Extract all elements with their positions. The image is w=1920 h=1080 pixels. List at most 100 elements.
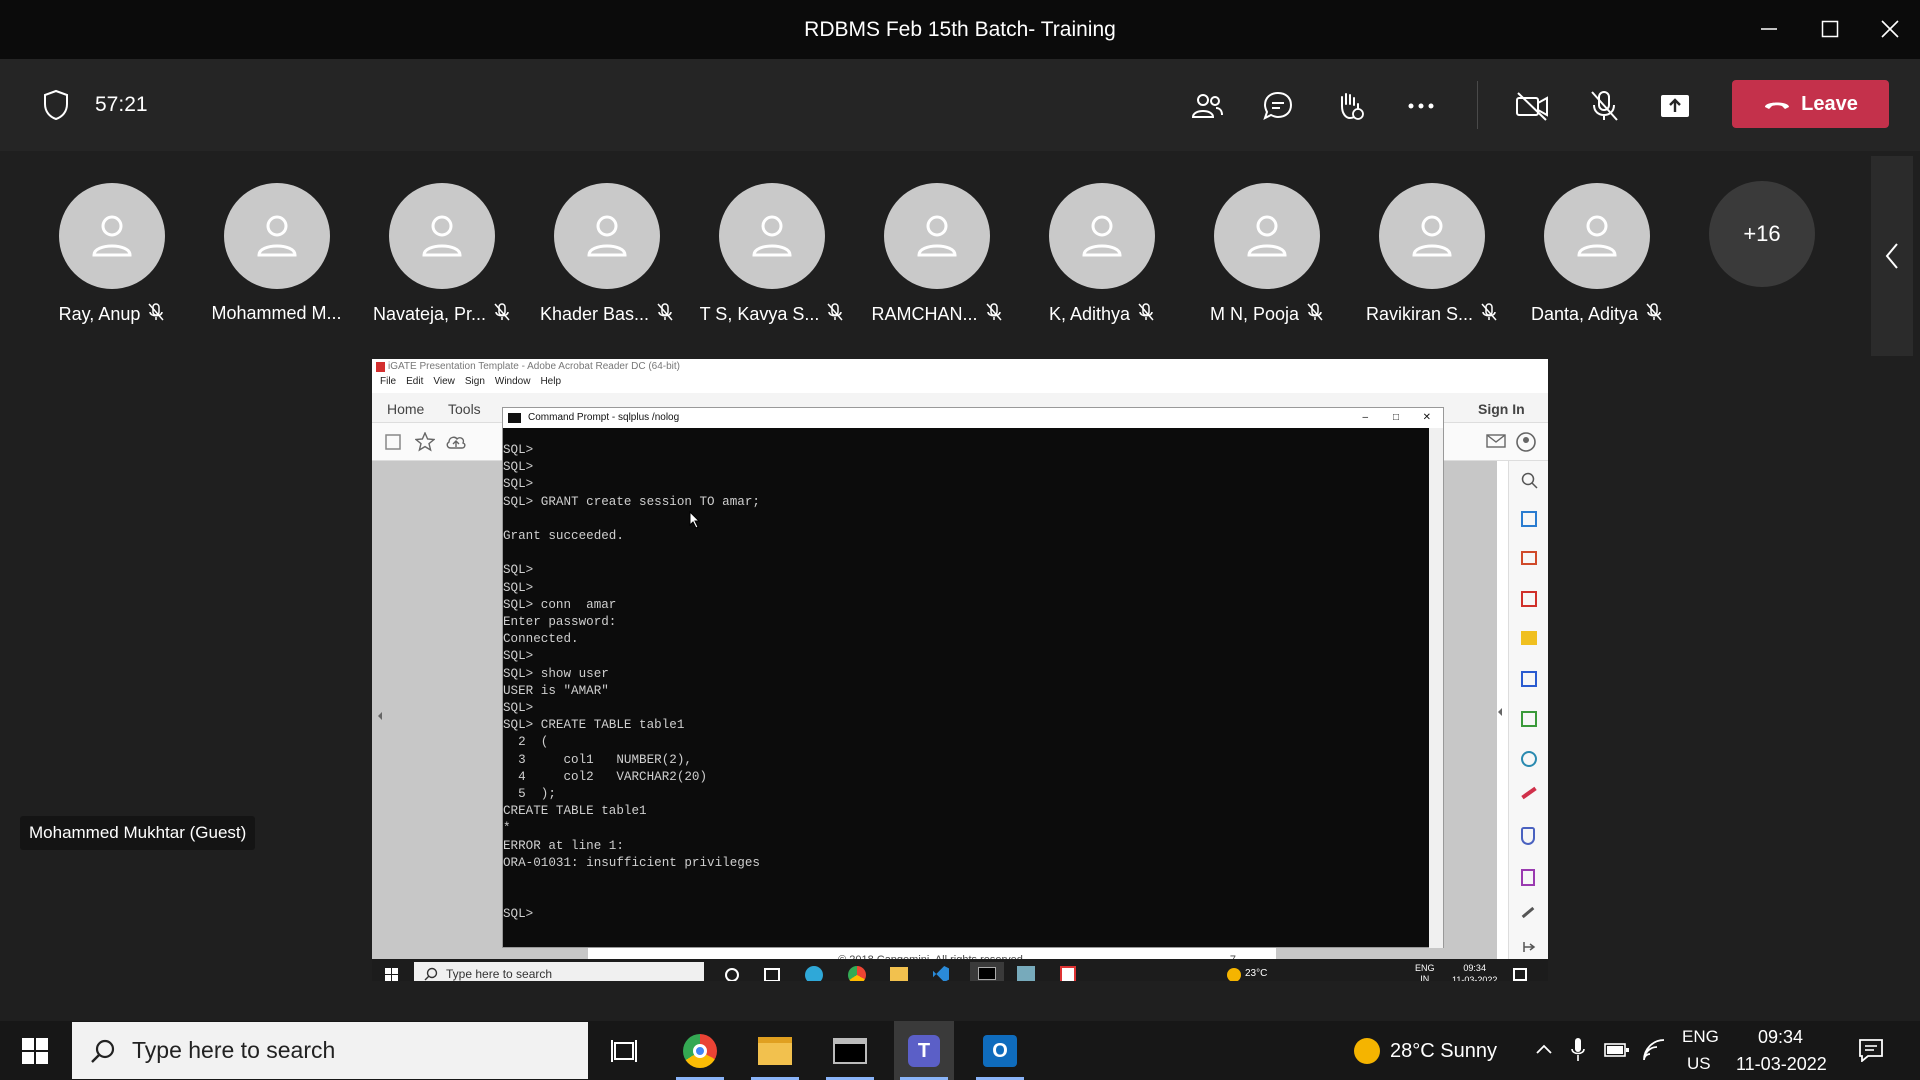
expand-panel-button[interactable] (1871, 156, 1913, 356)
fill-sign-icon[interactable] (1521, 786, 1537, 800)
inner-explorer-icon[interactable] (890, 967, 908, 981)
command-prompt-app[interactable] (820, 1021, 880, 1080)
menu-sign[interactable]: Sign (465, 376, 485, 387)
cmd-minimize-button[interactable]: – (1362, 408, 1368, 428)
teams-app[interactable]: T (894, 1021, 954, 1080)
inner-cmd-app[interactable] (970, 962, 1004, 981)
inner-cortana-icon[interactable] (725, 968, 739, 981)
participant-tile[interactable]: T S, Kavya S... (689, 183, 854, 326)
language-bottom[interactable]: US (1687, 1054, 1711, 1074)
raise-hand-button[interactable] (1326, 83, 1372, 129)
more-participants-button[interactable]: +16 (1709, 181, 1815, 287)
person-icon (256, 215, 297, 257)
menu-window[interactable]: Window (495, 376, 531, 387)
inner-notification-icon[interactable] (1513, 968, 1527, 981)
maximize-button[interactable] (1810, 14, 1850, 44)
weather-text[interactable]: 28°C Sunny (1390, 1040, 1497, 1063)
cmd-scrollbar[interactable] (1429, 428, 1443, 948)
chrome-icon (683, 1033, 717, 1068)
leave-button[interactable]: Leave (1732, 80, 1889, 128)
create-pdf-icon[interactable] (1521, 591, 1537, 607)
menu-edit[interactable]: Edit (406, 376, 423, 387)
inner-clock[interactable]: 09:34 11-03-2022 (1452, 962, 1497, 981)
combine-files-icon[interactable] (1521, 671, 1537, 687)
task-view-button[interactable] (594, 1021, 654, 1080)
avatar (553, 183, 660, 289)
cmd-maximize-button[interactable]: □ (1393, 408, 1399, 428)
muted-mic-icon (1481, 303, 1497, 326)
sign-in-link[interactable]: Sign In (1478, 401, 1525, 417)
share-button[interactable] (1652, 83, 1698, 129)
participant-tile[interactable]: Ravikiran S... (1349, 183, 1514, 326)
outlook-app[interactable]: O (970, 1021, 1030, 1080)
inner-edge-icon[interactable] (805, 966, 823, 981)
collapse-pane-icon (1523, 942, 1536, 952)
cmd-title-bar: Command Prompt - sqlplus /nolog – □ ✕ (503, 408, 1443, 428)
inner-app-icon[interactable] (1017, 966, 1035, 981)
scan-icon[interactable] (1521, 751, 1537, 767)
start-button[interactable] (5, 1021, 65, 1080)
participants-button[interactable] (1184, 83, 1230, 129)
muted-mic-icon (1138, 303, 1154, 326)
minimize-button[interactable] (1749, 14, 1789, 44)
microphone-button[interactable] (1581, 83, 1627, 129)
search-icon (91, 1039, 115, 1063)
clock-time[interactable]: 09:34 (1758, 1027, 1803, 1048)
inner-vscode-icon[interactable] (933, 966, 949, 981)
organize-pages-icon[interactable] (1521, 551, 1537, 565)
avatar (388, 183, 495, 289)
participant-tile[interactable]: Danta, Aditya (1514, 183, 1679, 326)
file-explorer-app[interactable] (745, 1021, 805, 1080)
comment-icon[interactable] (1521, 631, 1537, 645)
document-icon[interactable] (1521, 869, 1535, 886)
participant-tile[interactable]: K, Adithya (1019, 183, 1184, 326)
participant-name: Mohammed M... (211, 303, 342, 323)
shared-screen: iGATE Presentation Template - Adobe Acro… (372, 359, 1548, 981)
inner-search-icon (424, 967, 438, 981)
inner-weather-icon (1227, 968, 1241, 981)
title-bar: RDBMS Feb 15th Batch- Training (0, 0, 1920, 59)
inner-weather-text: 23°C (1245, 968, 1268, 979)
maximize-icon (1821, 20, 1839, 38)
person-icon (421, 215, 462, 257)
tab-tools[interactable]: Tools (448, 401, 481, 417)
participant-tile[interactable]: Ray, Anup (29, 183, 194, 326)
more-options-button[interactable] (1398, 83, 1444, 129)
inner-search-box[interactable]: Type here to search (414, 962, 704, 981)
close-button[interactable] (1870, 14, 1910, 44)
menu-help[interactable]: Help (540, 376, 561, 387)
chat-button[interactable] (1255, 83, 1301, 129)
mouse-cursor-icon (689, 511, 701, 529)
inner-chrome-icon[interactable] (848, 966, 866, 981)
cmd-output[interactable]: SQL> SQL> SQL> SQL> GRANT create session… (503, 428, 1443, 924)
inner-pdf-icon[interactable] (1060, 966, 1076, 981)
participant-tile[interactable]: Khader Bas... (524, 183, 689, 326)
participant-name: Danta, Aditya (1530, 304, 1639, 324)
participant-name: Khader Bas... (539, 304, 650, 324)
camera-button[interactable] (1509, 83, 1555, 129)
tab-home[interactable]: Home (387, 401, 424, 417)
spreadsheet-icon[interactable] (1521, 711, 1537, 727)
toolbar-divider (1477, 81, 1478, 129)
inner-language[interactable]: ENG IN (1415, 963, 1435, 981)
language-top[interactable]: ENG (1682, 1027, 1719, 1047)
edit-icon[interactable] (1521, 906, 1535, 919)
participant-name: K, Adithya (1048, 304, 1131, 324)
cmd-close-button[interactable]: ✕ (1423, 408, 1431, 428)
inner-task-view-icon[interactable] (764, 968, 780, 981)
protect-icon[interactable] (1521, 827, 1535, 845)
left-arrow-icon (378, 712, 382, 720)
menu-view[interactable]: View (433, 376, 455, 387)
menu-file[interactable]: File (380, 376, 396, 387)
person-icon (1576, 215, 1617, 257)
participant-tile[interactable]: RAMCHAN... (854, 183, 1019, 326)
avatar (1378, 183, 1485, 289)
participant-tile[interactable]: M N, Pooja (1184, 183, 1349, 326)
participant-tile[interactable]: Navateja, Pr... (359, 183, 524, 326)
export-pdf-icon[interactable] (1521, 511, 1537, 527)
chrome-app[interactable] (670, 1021, 730, 1080)
cloud-upload-icon (446, 436, 466, 449)
clock-date[interactable]: 11-03-2022 (1736, 1054, 1827, 1075)
taskbar-search-box[interactable]: Type here to search (72, 1022, 588, 1079)
participant-tile[interactable]: Mohammed M... (194, 183, 359, 324)
